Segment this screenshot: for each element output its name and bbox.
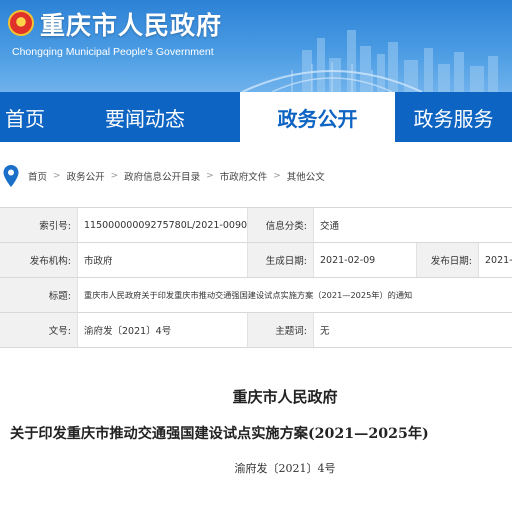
info-row: 索引号: 11500000009275780L/2021-00900 信息分类:… bbox=[0, 208, 512, 243]
main-nav: 首页 要闻动态 政务公开 政务服务 bbox=[0, 92, 512, 142]
index-value: 11500000009275780L/2021-00900 bbox=[78, 208, 248, 242]
subject-value: 重庆市人民政府关于印发重庆市推动交通强国建设试点实施方案（2021—2025年）… bbox=[84, 290, 413, 300]
keyword-value: 无 bbox=[320, 326, 330, 337]
keyword-label: 主题词: bbox=[248, 313, 314, 347]
nav-item-news[interactable]: 要闻动态 bbox=[50, 92, 240, 142]
breadcrumb-separator: > bbox=[53, 171, 61, 181]
document-info-table: 索引号: 11500000009275780L/2021-00900 信息分类:… bbox=[0, 207, 512, 348]
info-row: 发布机构: 市政府 生成日期: 2021-02-09 发布日期: 2021-0 bbox=[0, 243, 512, 278]
site-header: 重庆市人民政府 Chongqing Municipal People's Gov… bbox=[0, 0, 512, 92]
breadcrumb-separator: > bbox=[206, 171, 214, 181]
published-date-label: 发布日期: bbox=[417, 243, 479, 277]
nav-item-home[interactable]: 首页 bbox=[0, 92, 50, 142]
document-title: 关于印发重庆市推动交通强国建设试点实施方案(2021—2025年) bbox=[10, 426, 429, 442]
national-emblem-icon bbox=[8, 10, 34, 36]
site-title: 重庆市人民政府 bbox=[40, 11, 223, 40]
breadcrumb-separator: > bbox=[110, 171, 119, 181]
breadcrumb-gov-affairs[interactable]: 政务公开 bbox=[67, 169, 105, 183]
doc-number-label: 文号: bbox=[0, 313, 78, 347]
breadcrumb-other-docs[interactable]: 其他公文 bbox=[287, 169, 325, 183]
created-date-value: 2021-02-09 bbox=[314, 243, 417, 277]
index-label: 索引号: bbox=[0, 208, 78, 242]
site-subtitle: Chongqing Municipal People's Government bbox=[12, 46, 214, 58]
document-issuer: 重庆市人民政府 bbox=[232, 388, 338, 406]
subject-label: 标题: bbox=[0, 278, 78, 312]
breadcrumb-separator: > bbox=[273, 171, 281, 181]
publisher-label: 发布机构: bbox=[0, 243, 78, 277]
nav-item-services[interactable]: 政务服务 bbox=[395, 92, 512, 142]
city-skyline-illustration bbox=[241, 30, 498, 92]
category-label: 信息分类: bbox=[248, 208, 314, 242]
category-value: 交通 bbox=[320, 221, 340, 232]
created-date-label: 生成日期: bbox=[248, 243, 314, 277]
breadcrumb-city-files[interactable]: 市政府文件 bbox=[220, 169, 268, 183]
nav-item-gov-affairs[interactable]: 政务公开 bbox=[240, 92, 395, 142]
document-number: 渝府发〔2021〕4号 bbox=[234, 462, 336, 475]
breadcrumb: 首页 > 政务公开 > 政府信息公开目录 > 市政府文件 > 其他公文 bbox=[0, 164, 512, 188]
info-row: 文号: 渝府发〔2021〕4号 主题词: 无 bbox=[0, 313, 512, 348]
published-date-value: 2021-0 bbox=[485, 254, 512, 266]
breadcrumb-info-catalog[interactable]: 政府信息公开目录 bbox=[124, 169, 200, 183]
info-row: 标题: 重庆市人民政府关于印发重庆市推动交通强国建设试点实施方案（2021—20… bbox=[0, 278, 512, 313]
doc-number-value: 渝府发〔2021〕4号 bbox=[78, 313, 248, 347]
location-pin-icon bbox=[3, 165, 19, 187]
breadcrumb-home[interactable]: 首页 bbox=[28, 169, 47, 183]
publisher-value: 市政府 bbox=[78, 243, 248, 277]
